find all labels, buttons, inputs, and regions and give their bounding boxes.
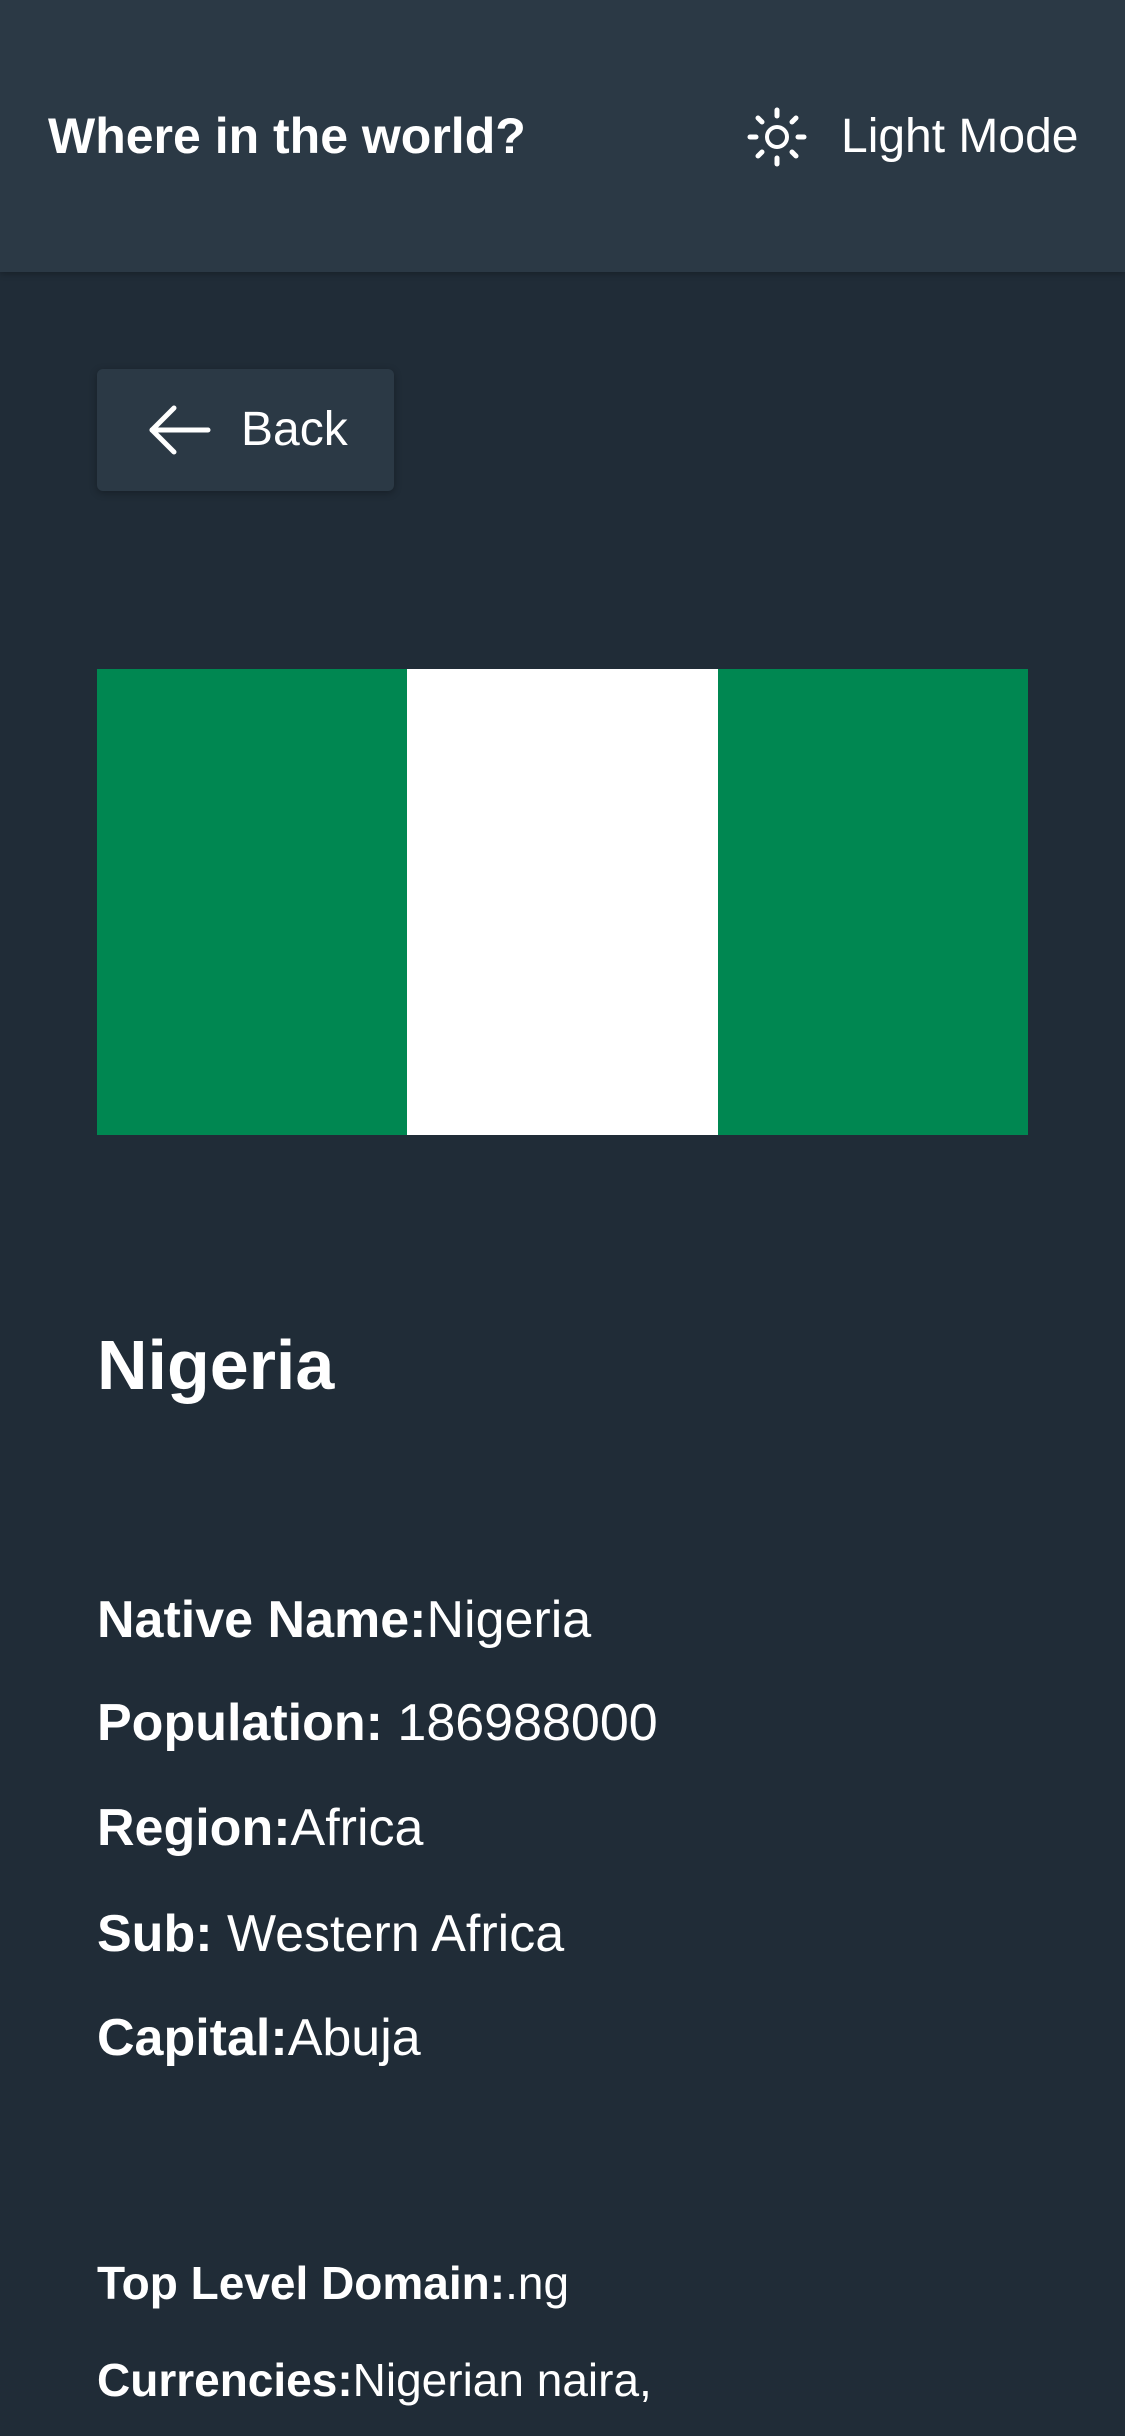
back-button[interactable]: Back <box>97 369 394 491</box>
theme-toggle-button[interactable]: Light Mode <box>745 100 1079 174</box>
detail-label: Sub: <box>97 1905 213 1963</box>
back-button-label: Back <box>241 403 348 456</box>
detail-currencies: Currencies:Nigerian naira, <box>97 2353 652 2407</box>
detail-value: Nigeria <box>426 1591 592 1649</box>
detail-label: Capital: <box>97 2009 288 2067</box>
detail-label: Native Name: <box>97 1591 427 1649</box>
detail-value: Western Africa <box>212 1905 565 1963</box>
country-flag <box>97 669 1028 1135</box>
country-name: Nigeria <box>97 1326 335 1404</box>
app-header: Where in the world? Light Mode <box>0 0 1125 272</box>
app-title[interactable]: Where in the world? <box>48 108 526 164</box>
detail-value: Africa <box>290 1799 424 1857</box>
detail-native-name: Native Name:Nigeria <box>97 1590 591 1650</box>
detail-region: Region:Africa <box>97 1798 423 1858</box>
detail-value: 186988000 <box>382 1694 658 1752</box>
detail-label: Population: <box>97 1694 383 1752</box>
detail-label: Region: <box>97 1799 291 1857</box>
flag-band-middle <box>407 669 718 1135</box>
detail-top-level-domain: Top Level Domain:.ng <box>97 2256 569 2310</box>
theme-toggle-label: Light Mode <box>841 110 1079 163</box>
detail-population: Population: 186988000 <box>97 1693 658 1753</box>
detail-value: Nigerian naira, <box>352 2354 652 2406</box>
detail-capital: Capital:Abuja <box>97 2008 421 2068</box>
flag-band-left <box>97 669 408 1135</box>
detail-label: Top Level Domain: <box>97 2257 506 2309</box>
detail-value: Abuja <box>287 2009 421 2067</box>
detail-value: .ng <box>505 2257 570 2309</box>
flag-band-right <box>717 669 1028 1135</box>
detail-label: Currencies: <box>97 2354 353 2406</box>
detail-sub-region: Sub: Western Africa <box>97 1904 564 1964</box>
arrow-left-icon <box>149 405 211 455</box>
sun-icon <box>747 107 807 167</box>
